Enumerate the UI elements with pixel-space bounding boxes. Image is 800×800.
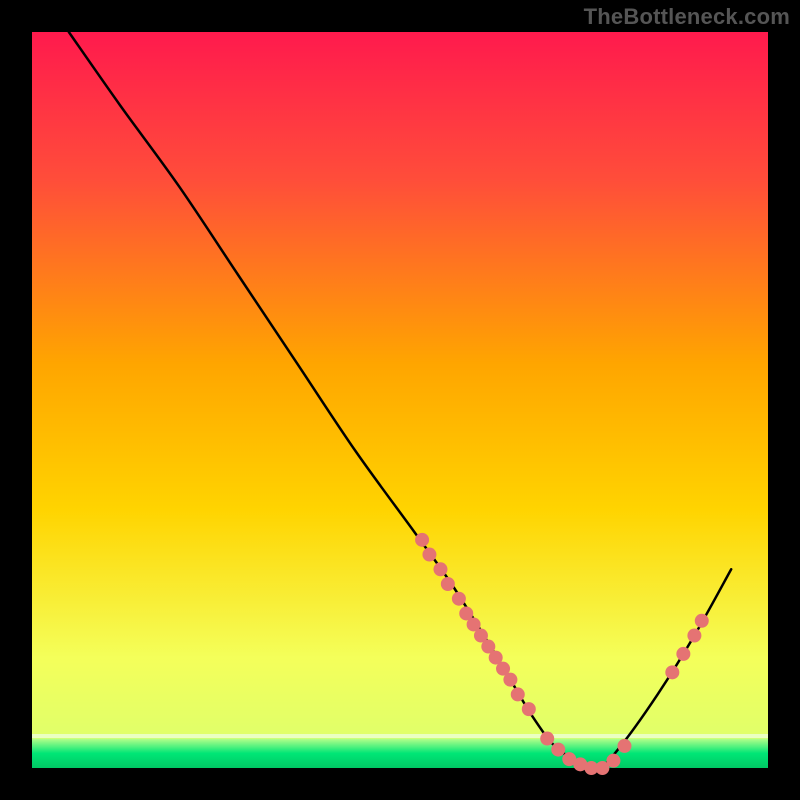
marker-dot (606, 754, 620, 768)
marker-dot (665, 665, 679, 679)
marker-dot (511, 687, 525, 701)
marker-dot (415, 533, 429, 547)
marker-dot (433, 562, 447, 576)
marker-dot (422, 548, 436, 562)
marker-dot (551, 743, 565, 757)
marker-dot (452, 592, 466, 606)
marker-dot (441, 577, 455, 591)
plot-background (32, 32, 768, 768)
watermark-text: TheBottleneck.com (584, 4, 790, 30)
marker-dot (503, 673, 517, 687)
green-highlight (32, 734, 768, 738)
marker-dot (522, 702, 536, 716)
marker-dot (695, 614, 709, 628)
marker-dot (676, 647, 690, 661)
chart-frame: TheBottleneck.com (0, 0, 800, 800)
marker-dot (617, 739, 631, 753)
marker-dot (540, 732, 554, 746)
marker-dot (687, 629, 701, 643)
green-band (32, 739, 768, 768)
bottleneck-chart (0, 0, 800, 800)
